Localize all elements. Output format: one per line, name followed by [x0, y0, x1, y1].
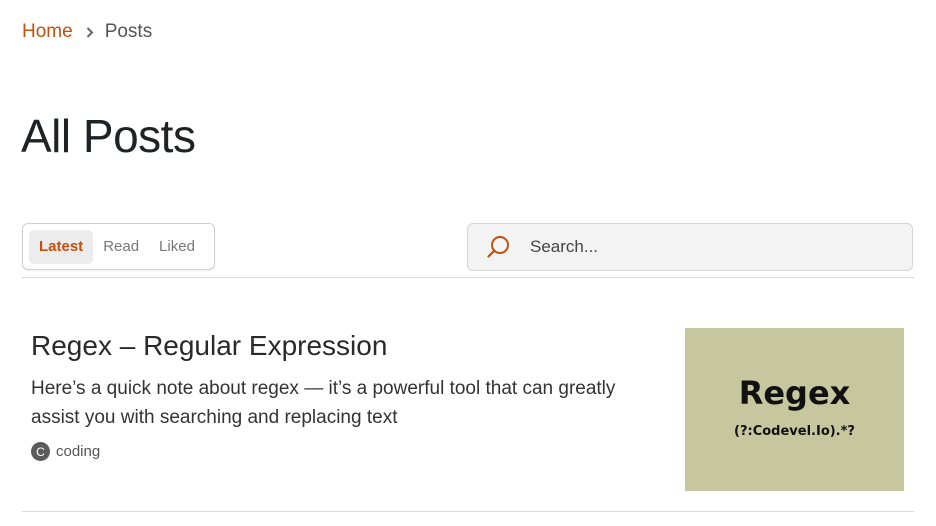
- breadcrumb-home-link[interactable]: Home: [22, 21, 73, 43]
- post-thumbnail[interactable]: Regex (?:Codevel.Io).*?: [685, 328, 904, 491]
- search-input[interactable]: [528, 231, 892, 263]
- divider: [22, 511, 914, 512]
- filter-tabs: Latest Read Liked: [22, 223, 215, 270]
- tag-label: coding: [56, 443, 101, 460]
- tab-liked[interactable]: Liked: [149, 230, 205, 264]
- page-title: All Posts: [21, 110, 196, 162]
- page: Home Posts All Posts Latest Read Liked R…: [0, 0, 936, 526]
- breadcrumb-current: Posts: [104, 21, 153, 42]
- tab-latest[interactable]: Latest: [29, 229, 94, 264]
- post-excerpt: Here’s a quick note about regex — it’s a…: [31, 378, 616, 428]
- tag-avatar: C: [31, 442, 50, 461]
- thumbnail-title: Regex: [738, 374, 851, 412]
- post-tag[interactable]: C coding: [31, 442, 651, 461]
- post-title[interactable]: Regex – Regular Expression: [31, 328, 651, 364]
- chevron-right-icon: [85, 26, 95, 38]
- breadcrumb: Home Posts: [22, 20, 152, 44]
- divider: [22, 277, 914, 278]
- search-icon[interactable]: [485, 233, 513, 261]
- thumbnail-subtitle: (?:Codevel.Io).*?: [734, 424, 855, 439]
- search-box[interactable]: [467, 223, 913, 271]
- post-item: Regex – Regular Expression Here’s a quic…: [31, 328, 651, 461]
- tab-read[interactable]: Read: [93, 230, 149, 264]
